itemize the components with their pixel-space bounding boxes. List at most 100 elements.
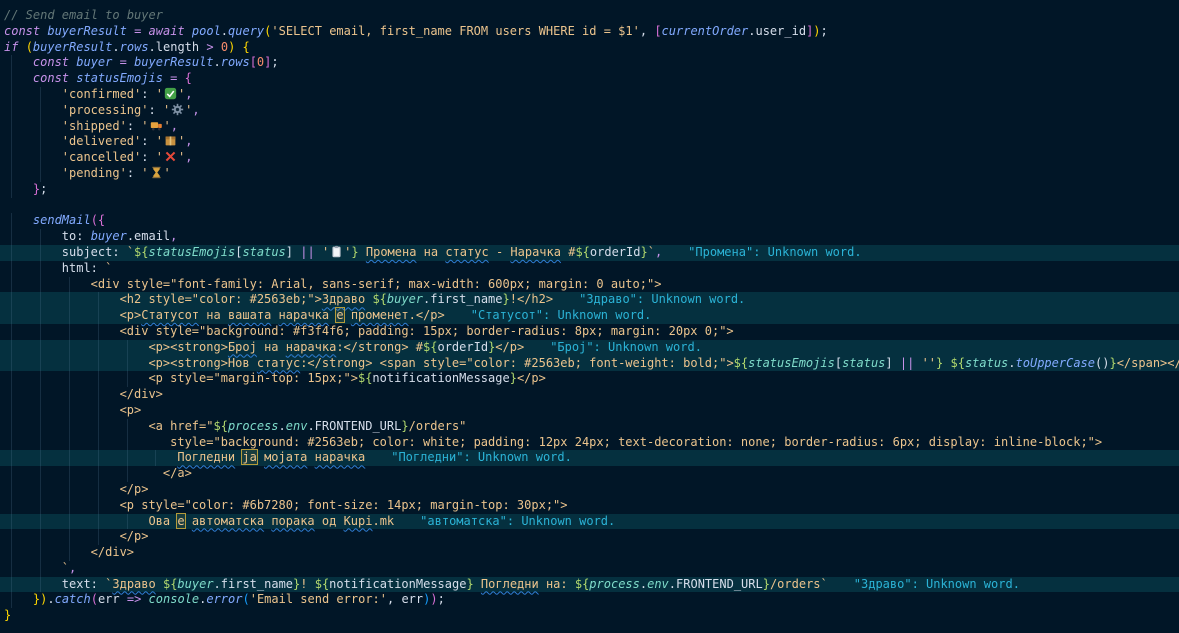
indent-guide — [91, 498, 120, 514]
code-line[interactable]: <p>Статусот на вашата нарачка е променет… — [0, 308, 1179, 324]
token: </div> — [91, 545, 134, 559]
token: на — [416, 245, 445, 259]
indent-guide — [62, 403, 91, 419]
code-line[interactable]: <p style="color: #6b7280; font-size: 14p… — [0, 498, 1179, 514]
code-line[interactable]: 'delivered': '', — [0, 134, 1179, 150]
token: catch — [55, 592, 91, 606]
token: на — [199, 308, 228, 322]
code-line[interactable]: <h2 style="color: #2563eb;">Здраво ${buy… — [0, 292, 1179, 308]
code-line[interactable]: Погледни ја мојата нарачка"Погледни": Un… — [0, 450, 1179, 466]
code-line[interactable]: </div> — [0, 387, 1179, 403]
token: ) — [430, 592, 437, 606]
code-line[interactable]: <div style="font-family: Arial, sans-ser… — [0, 277, 1179, 293]
token: () — [1095, 356, 1109, 370]
indent-guide — [62, 324, 91, 340]
code-line[interactable]: <p><strong>Број на нарачка:</strong> #${… — [0, 340, 1179, 356]
token: Статусот — [141, 308, 199, 322]
code-line[interactable]: 'confirmed': '', — [0, 87, 1179, 103]
code-line[interactable]: <a href="${process.env.FRONTEND_URL}/ord… — [0, 419, 1179, 435]
indent-guide — [33, 324, 62, 340]
token: . — [112, 40, 119, 54]
code-line[interactable]: <div style="background: #f3f4f6; padding… — [0, 324, 1179, 340]
token: env — [647, 577, 669, 591]
token: error — [206, 592, 242, 606]
code-line[interactable]: // Send email to buyer — [0, 8, 1179, 24]
code-line[interactable]: <p> — [0, 403, 1179, 419]
token: , err — [387, 592, 423, 606]
token: buyer — [177, 577, 213, 591]
token: notificationMessage — [329, 577, 466, 591]
code-line[interactable]: 'processing': '', — [0, 103, 1179, 119]
code-line[interactable]: 'shipped': '', — [0, 119, 1179, 135]
token: process — [589, 577, 640, 591]
indent-guide — [62, 482, 91, 498]
code-line[interactable]: }).catch(err => console.error('Email sen… — [0, 592, 1179, 608]
code-line[interactable]: } — [0, 608, 1179, 624]
indent-guide — [4, 277, 33, 293]
code-editor[interactable]: // Send email to buyerconst buyerResult … — [0, 0, 1179, 633]
code-line[interactable]: <p style="margin-top: 15px;">${notificat… — [0, 371, 1179, 387]
spellcheck-annotation: "Број": Unknown word. — [550, 340, 702, 354]
token: /orders" — [409, 419, 467, 433]
token: .</p> — [409, 308, 445, 322]
code-line[interactable]: <p><strong>Нов статус:</strong> <span st… — [0, 356, 1179, 372]
code-line[interactable]: subject: `${statusEmojis[status] || ''} … — [0, 245, 1179, 261]
code-line[interactable] — [0, 198, 1179, 214]
token: [ — [250, 55, 257, 69]
indent-guide — [4, 103, 33, 119]
code-line[interactable]: const buyerResult = await pool.query('SE… — [0, 24, 1179, 40]
indent-guide — [91, 514, 120, 530]
token: <div style="background: #f3f4f6; padding… — [120, 324, 734, 338]
code-line[interactable]: sendMail({ — [0, 213, 1179, 229]
token: ' — [156, 87, 163, 101]
code-line[interactable]: text: `Здраво ${buyer.first_name}! ${not… — [0, 577, 1179, 593]
indent-guide — [4, 529, 33, 545]
token: <p><strong>Нов — [148, 356, 256, 370]
token: ( — [91, 213, 98, 227]
indent-guide — [91, 450, 120, 466]
token: .first_name — [214, 577, 293, 591]
token: 'confirmed' — [62, 87, 141, 101]
code-line[interactable]: const statusEmojis = { — [0, 71, 1179, 87]
indent-guide — [91, 387, 120, 403]
code-line[interactable]: </p> — [0, 529, 1179, 545]
indent-guide — [62, 529, 91, 545]
token: rows — [221, 55, 250, 69]
token: нарачка — [279, 308, 330, 322]
token: Kupi — [344, 514, 373, 528]
code-line[interactable]: if (buyerResult.rows.length > 0) { — [0, 40, 1179, 56]
token: Здраво — [322, 292, 365, 306]
code-line[interactable]: 'cancelled': '', — [0, 150, 1179, 166]
code-line[interactable]: Ова е автоматска порака од Kupi.mk"автом… — [0, 514, 1179, 530]
token: . — [221, 24, 228, 38]
code-line[interactable]: `, — [0, 561, 1179, 577]
code-line[interactable]: const buyer = buyerResult.rows[0]; — [0, 55, 1179, 71]
token: 0 — [221, 40, 228, 54]
token: rows — [120, 40, 149, 54]
package-emoji — [163, 134, 178, 147]
code-line[interactable]: 'pending': '' — [0, 166, 1179, 182]
token: нарачка — [286, 340, 337, 354]
code-line[interactable]: html: ` — [0, 261, 1179, 277]
token: вашата — [228, 308, 271, 322]
token: = — [127, 24, 149, 38]
token: statusEmojis — [149, 245, 236, 259]
token: statusEmojis — [76, 71, 163, 85]
token: ${ — [950, 356, 964, 370]
indent-guide — [4, 561, 33, 577]
token: ${ — [163, 577, 177, 591]
token: sendMail — [33, 213, 91, 227]
code-line[interactable]: }; — [0, 182, 1179, 198]
token: 'cancelled' — [62, 150, 141, 164]
code-line[interactable]: </a> — [0, 466, 1179, 482]
code-line[interactable]: to: buyer.email, — [0, 229, 1179, 245]
token: ' — [156, 134, 163, 148]
hourglass-emoji — [149, 166, 164, 179]
code-line[interactable]: style="background: #2563eb; color: white… — [0, 435, 1179, 451]
token: .email — [127, 229, 170, 243]
indent-guide — [62, 356, 91, 372]
indent-guide — [33, 134, 62, 150]
code-line[interactable]: </div> — [0, 545, 1179, 561]
code-line[interactable]: </p> — [0, 482, 1179, 498]
token: ` — [127, 245, 134, 259]
